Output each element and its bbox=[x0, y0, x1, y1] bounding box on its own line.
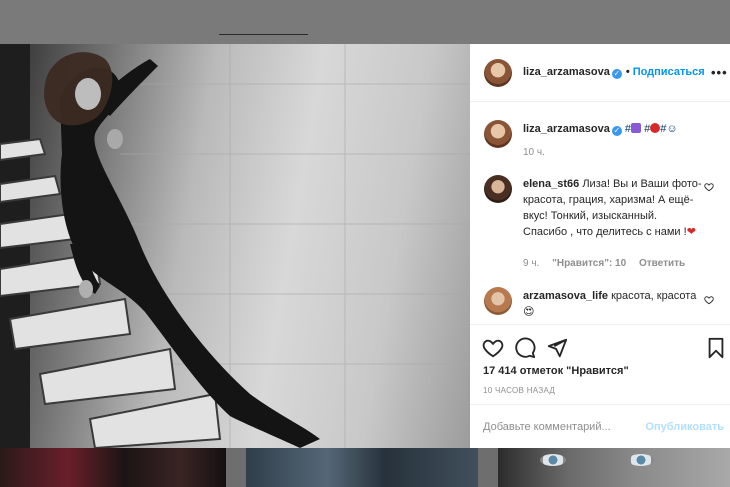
post-photo[interactable] bbox=[0, 44, 470, 448]
add-comment-bar: Добавьте комментарий... Опубликовать bbox=[470, 404, 730, 449]
verified-badge-icon: ✓ bbox=[611, 126, 622, 136]
likes-count[interactable]: 17 414 отметок "Нравится" bbox=[483, 365, 629, 377]
separator-dot: • bbox=[625, 66, 630, 78]
commenter-avatar[interactable] bbox=[484, 175, 512, 203]
comment-meta: 9 ч. "Нравится": 10 Ответить bbox=[523, 258, 685, 269]
author-avatar[interactable] bbox=[484, 59, 512, 87]
grid-thumbnail[interactable] bbox=[0, 448, 226, 487]
comment-likes[interactable]: "Нравится": 10 bbox=[552, 258, 626, 269]
heart-emoji: ❤ bbox=[686, 226, 696, 238]
share-icon[interactable] bbox=[546, 337, 568, 359]
heart-icon[interactable] bbox=[482, 337, 504, 359]
post-author-row: liza_arzamasova ✓ • Подписаться bbox=[523, 66, 705, 79]
grid-thumbnail[interactable] bbox=[246, 448, 478, 487]
emoji-icon bbox=[631, 123, 642, 133]
background-header bbox=[0, 0, 730, 44]
caption-time[interactable]: 10 ч. bbox=[523, 147, 545, 158]
post-time[interactable]: 10 ЧАСОВ НАЗАД bbox=[483, 386, 555, 395]
bookmark-icon[interactable] bbox=[705, 337, 727, 359]
verified-badge-icon: ✓ bbox=[611, 69, 622, 79]
action-bar bbox=[470, 324, 730, 365]
comment-input[interactable]: Добавьте комментарий... bbox=[483, 421, 611, 433]
heart-eyes-emoji: 😍 bbox=[523, 306, 535, 318]
comment-icon[interactable] bbox=[514, 337, 536, 359]
publish-button[interactable]: Опубликовать bbox=[645, 421, 724, 433]
post-header: liza_arzamasova ✓ • Подписаться ••• bbox=[470, 44, 730, 102]
commenter-avatar[interactable] bbox=[484, 287, 512, 315]
photo-illustration bbox=[0, 44, 470, 448]
comment-like-heart-icon[interactable] bbox=[704, 295, 714, 305]
comment-time[interactable]: 9 ч. bbox=[523, 258, 539, 269]
comment-body: elena_st66 Лиза! Вы и Ваши фото- красота… bbox=[523, 176, 703, 240]
thumbnail-eye bbox=[540, 454, 566, 466]
comment-like-heart-icon[interactable] bbox=[704, 182, 714, 192]
caption-row: liza_arzamasova ✓ # # #☺ bbox=[523, 123, 678, 136]
follow-button[interactable]: Подписаться bbox=[633, 66, 705, 78]
more-options-icon[interactable]: ••• bbox=[711, 65, 728, 80]
smiley-emoji: ☺ bbox=[666, 123, 678, 135]
comment-username[interactable]: arzamasova_life bbox=[523, 290, 608, 302]
caption-username[interactable]: liza_arzamasova bbox=[523, 123, 610, 135]
author-username[interactable]: liza_arzamasova bbox=[523, 66, 610, 78]
post-side-panel: liza_arzamasova ✓ • Подписаться ••• liza_ar… bbox=[470, 44, 730, 448]
header-divider bbox=[219, 34, 308, 35]
reply-button[interactable]: Ответить bbox=[639, 258, 685, 269]
comment-text: красота, красота bbox=[611, 290, 697, 302]
rose-emoji-icon bbox=[650, 123, 661, 133]
grid-thumbnail[interactable] bbox=[498, 448, 730, 487]
comment-username[interactable]: elena_st66 bbox=[523, 178, 579, 190]
thumbnail-eye bbox=[628, 454, 654, 466]
caption-avatar[interactable] bbox=[484, 120, 512, 148]
comment-body: arzamasova_life красота, красота 😍 bbox=[523, 288, 703, 320]
